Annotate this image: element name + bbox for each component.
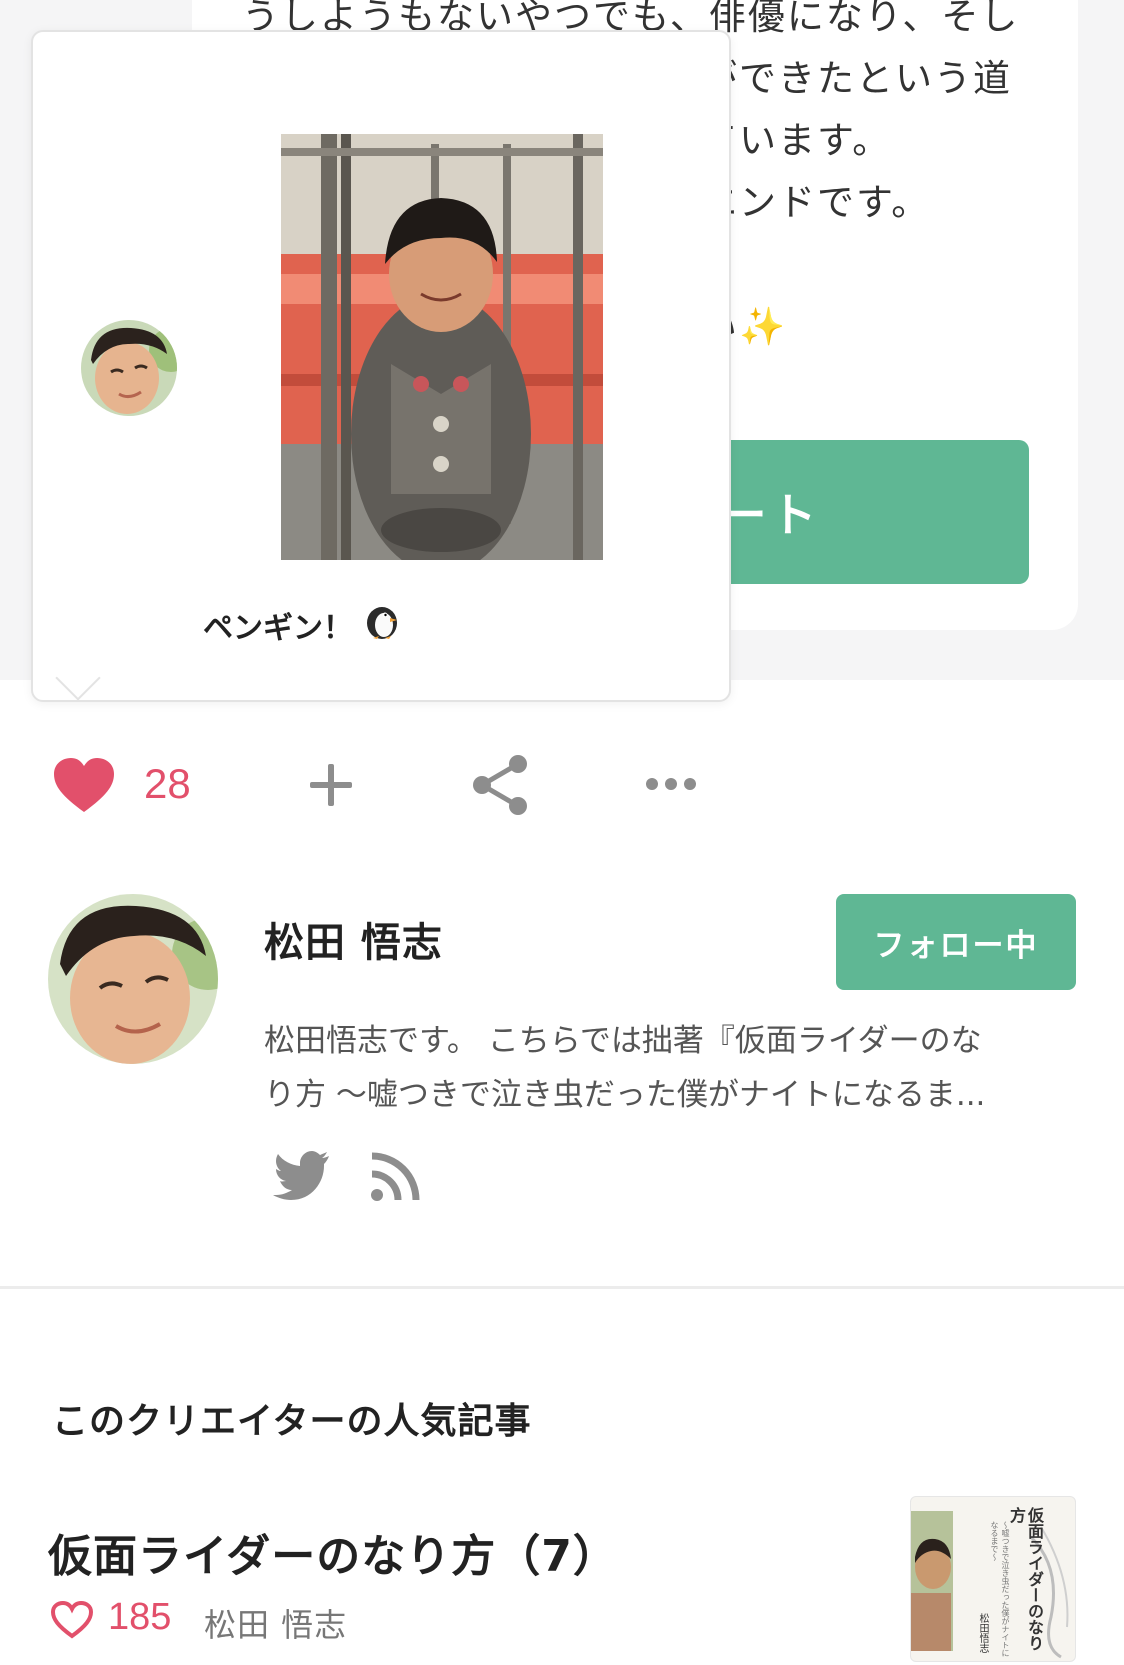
plus-icon[interactable] [306, 760, 356, 810]
caption-text: ペンギン！ [203, 611, 353, 646]
avatar[interactable] [81, 320, 177, 416]
article-action-bar: 28 [52, 752, 752, 822]
twitter-icon[interactable] [272, 1150, 330, 1200]
thumbnail-title: 仮面ライダーのなり方 [1007, 1507, 1044, 1651]
ellipsis-icon[interactable] [644, 772, 698, 796]
section-divider [0, 1286, 1124, 1289]
penguin-icon [363, 602, 401, 648]
creator-bio: 松田悟志です。 こちらでは拙著『仮面ライダーのな り方 〜嘘つきで泣き虫だった僕… [264, 1014, 1064, 1122]
thumbnail-author: 松田悟志 [977, 1613, 988, 1653]
popular-articles-heading: このクリエイターの人気記事 [52, 1401, 532, 1442]
supporter-popover: ペンギン！ [31, 30, 731, 702]
bio-line: 松田悟志です。 こちらでは拙著『仮面ライダーのな [264, 1023, 982, 1059]
heart-filled-icon[interactable] [52, 756, 116, 816]
popular-article-like-count: 185 [108, 1596, 172, 1638]
popular-article-author[interactable]: 松田 悟志 [204, 1600, 347, 1646]
popover-caption: ペンギン！ [203, 602, 401, 648]
heart-outline-icon[interactable] [50, 1600, 94, 1640]
rss-icon[interactable] [370, 1150, 420, 1202]
following-button[interactable]: フォロー中 [836, 894, 1076, 990]
share-icon[interactable] [470, 752, 530, 818]
like-count[interactable]: 28 [144, 760, 191, 808]
childhood-photo [281, 134, 603, 560]
creator-avatar[interactable] [48, 894, 218, 1064]
following-button-label: フォロー中 [873, 927, 1039, 964]
bio-line: り方 〜嘘つきで泣き虫だった僕がナイトになるま... [264, 1077, 986, 1113]
creator-name[interactable]: 松田 悟志 [264, 910, 443, 968]
popular-article-thumbnail[interactable]: 仮面ライダーのなり方 〜嘘つきで泣き虫だった僕がナイトになるまで〜 松田悟志 [910, 1496, 1076, 1662]
popular-article-title[interactable]: 仮面ライダーのなり方（7） [48, 1520, 618, 1584]
thumbnail-subtitle: 〜嘘つきで泣き虫だった僕がナイトになるまで〜 [990, 1521, 1010, 1657]
